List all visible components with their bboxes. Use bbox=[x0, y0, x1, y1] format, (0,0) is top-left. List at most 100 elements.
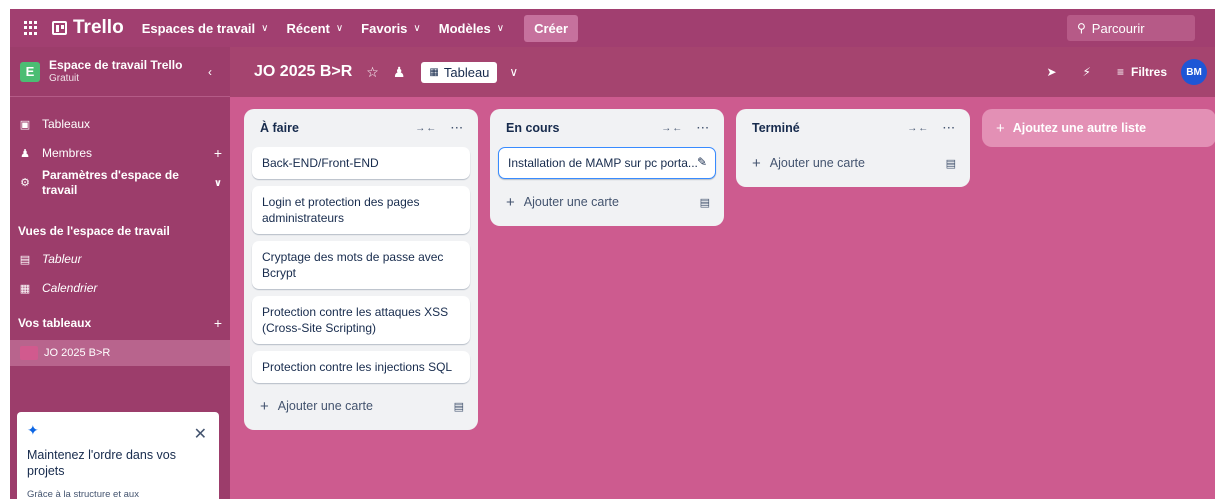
table-icon: ▤ bbox=[19, 253, 31, 266]
list-header: Terminé →← ··· bbox=[744, 109, 962, 147]
more-icon[interactable]: ··· bbox=[451, 123, 464, 134]
list-header: À faire →← ··· bbox=[252, 109, 470, 147]
board-view-icon: ▦ bbox=[429, 66, 439, 78]
view-board-button[interactable]: ▦ Tableau bbox=[421, 61, 498, 83]
sidebar-item-label: Tableur bbox=[42, 252, 82, 266]
search-icon: ⚲ bbox=[1077, 21, 1086, 35]
collapse-list-icon[interactable]: →← bbox=[661, 123, 683, 134]
sidebar-board-item[interactable]: JO 2025 B>R bbox=[10, 340, 230, 366]
list-header: En cours →← ··· bbox=[498, 109, 716, 147]
chevron-down-icon: ∨ bbox=[261, 22, 269, 34]
collapse-list-icon[interactable]: →← bbox=[907, 123, 929, 134]
collapse-list-icon[interactable]: →← bbox=[415, 123, 437, 134]
card[interactable]: Cryptage des mots de passe avec Bcrypt bbox=[252, 241, 470, 289]
plus-icon: + bbox=[506, 193, 515, 211]
list-in-progress: En cours →← ··· Installation de MAMP sur… bbox=[490, 109, 724, 226]
more-icon[interactable]: ··· bbox=[943, 123, 956, 134]
sidebar-item-calendar[interactable]: ▦ Calendrier bbox=[18, 281, 222, 295]
edit-icon[interactable]: ✎ bbox=[697, 154, 707, 170]
add-list-label: Ajoutez une autre liste bbox=[1012, 121, 1147, 135]
boards-heading: Vos tableaux bbox=[18, 316, 92, 330]
app-name: Trello bbox=[73, 17, 124, 38]
power-ups-icon[interactable]: ➤ bbox=[1046, 65, 1056, 79]
board-color-swatch bbox=[20, 346, 38, 360]
sidebar-item-table[interactable]: ▤ Tableur bbox=[18, 252, 222, 266]
list-title[interactable]: En cours bbox=[506, 121, 560, 135]
board-icon: ▣ bbox=[19, 118, 31, 131]
add-card-label: Ajouter une carte bbox=[769, 156, 865, 170]
workspace-avatar[interactable]: E bbox=[20, 61, 40, 82]
nav-recent[interactable]: Récent ∨ bbox=[286, 21, 343, 36]
top-navigation-bar: Trello Espaces de travail ∨ Récent ∨ Fav… bbox=[10, 9, 1215, 47]
chevron-down-icon: ∨ bbox=[413, 22, 421, 34]
add-list-button[interactable]: + Ajoutez une autre liste bbox=[982, 109, 1215, 147]
boards-heading-row: Vos tableaux + bbox=[18, 315, 222, 331]
sidebar-item-label: Paramètres d'espace de travail bbox=[42, 168, 179, 197]
card-template-icon[interactable]: ▤ bbox=[700, 196, 710, 209]
add-card-button[interactable]: + Ajouter une carte ▤ bbox=[252, 390, 470, 422]
workspace-name[interactable]: Espace de travail Trello bbox=[49, 58, 182, 72]
visibility-icon[interactable]: ♟ bbox=[393, 64, 406, 81]
nav-workspaces[interactable]: Espaces de travail ∨ bbox=[142, 21, 269, 36]
card[interactable]: Protection contre les attaques XSS (Cros… bbox=[252, 296, 470, 344]
automation-icon[interactable]: ⚡ bbox=[1083, 65, 1091, 79]
add-card-button[interactable]: + Ajouter une carte ▤ bbox=[744, 147, 962, 179]
sidebar: E Espace de travail Trello Gratuit ‹ ▣ T… bbox=[10, 47, 230, 499]
list-done: Terminé →← ··· + Ajouter une carte ▤ bbox=[736, 109, 970, 187]
add-board-icon[interactable]: + bbox=[214, 315, 222, 331]
more-icon[interactable]: ··· bbox=[697, 123, 710, 134]
plus-icon: + bbox=[996, 119, 1005, 137]
add-member-icon[interactable]: + bbox=[214, 145, 222, 161]
chevron-down-icon[interactable]: ∨ bbox=[509, 65, 518, 79]
template-icon: ✦ bbox=[27, 422, 39, 438]
board-header: JO 2025 B>R ☆ ♟ ▦ Tableau ∨ ➤ ⚡ ≡ Filtre… bbox=[230, 47, 1215, 97]
workspace-header: E Espace de travail Trello Gratuit ‹ bbox=[10, 47, 230, 97]
avatar[interactable]: BM bbox=[1181, 59, 1207, 85]
nav-favorites[interactable]: Favoris ∨ bbox=[361, 21, 421, 36]
filters-label: Filtres bbox=[1130, 65, 1167, 79]
card[interactable]: Installation de MAMP sur pc porta... ✎ bbox=[498, 147, 716, 179]
close-icon[interactable]: ✕ bbox=[194, 424, 207, 444]
app-switcher-icon[interactable] bbox=[24, 21, 38, 35]
collapse-sidebar-icon[interactable]: ‹ bbox=[208, 65, 212, 79]
list-title[interactable]: À faire bbox=[260, 121, 299, 135]
add-card-label: Ajouter une carte bbox=[523, 195, 619, 209]
board-title[interactable]: JO 2025 B>R bbox=[254, 63, 352, 81]
plus-icon: + bbox=[260, 397, 269, 415]
views-heading: Vues de l'espace de travail bbox=[18, 224, 170, 238]
trello-logo-icon bbox=[52, 21, 67, 35]
list-title[interactable]: Terminé bbox=[752, 121, 800, 135]
sidebar-item-settings[interactable]: ⚙ Paramètres d'espace de travail ∨ bbox=[18, 168, 222, 198]
nav-templates[interactable]: Modèles ∨ bbox=[439, 21, 504, 36]
chevron-down-icon: ∨ bbox=[335, 22, 344, 34]
chevron-down-icon: ∨ bbox=[496, 22, 505, 34]
settings-icon: ⚙ bbox=[20, 176, 30, 189]
trello-logo[interactable]: Trello bbox=[52, 17, 124, 39]
star-icon[interactable]: ☆ bbox=[366, 64, 379, 81]
promo-body: Grâce à la structure et aux bbox=[27, 489, 139, 499]
chevron-down-icon[interactable]: ∨ bbox=[214, 176, 222, 191]
card[interactable]: Login et protection des pages administra… bbox=[252, 186, 470, 234]
view-label: Tableau bbox=[443, 64, 490, 80]
create-button[interactable]: Créer bbox=[524, 14, 579, 42]
plus-icon: + bbox=[752, 154, 761, 172]
sidebar-board-label: JO 2025 B>R bbox=[44, 347, 111, 359]
sidebar-item-members[interactable]: ♟ Membres + bbox=[18, 145, 222, 161]
add-card-label: Ajouter une carte bbox=[277, 399, 373, 413]
card[interactable]: Back-END/Front-END bbox=[252, 147, 470, 179]
nav-templates-label: Modèles bbox=[438, 20, 491, 36]
promo-title: Maintenez l'ordre dans vos projets bbox=[27, 448, 176, 478]
card-template-icon[interactable]: ▤ bbox=[946, 157, 956, 170]
nav-recent-label: Récent bbox=[286, 20, 330, 36]
card-template-icon[interactable]: ▤ bbox=[454, 400, 464, 413]
workspace-plan: Gratuit bbox=[49, 72, 80, 84]
add-card-button[interactable]: + Ajouter une carte ▤ bbox=[498, 186, 716, 218]
card[interactable]: Protection contre les injections SQL bbox=[252, 351, 470, 383]
list-todo: À faire →← ··· Back-END/Front-END Login … bbox=[244, 109, 478, 430]
card-title: Installation de MAMP sur pc porta... bbox=[508, 156, 698, 170]
sidebar-item-boards[interactable]: ▣ Tableaux bbox=[18, 117, 222, 131]
filter-icon: ≡ bbox=[1116, 65, 1124, 79]
nav-workspaces-label: Espaces de travail bbox=[141, 20, 256, 36]
search-input[interactable]: ⚲ Parcourir bbox=[1067, 15, 1195, 41]
filters-button[interactable]: ≡ Filtres bbox=[1117, 65, 1167, 79]
